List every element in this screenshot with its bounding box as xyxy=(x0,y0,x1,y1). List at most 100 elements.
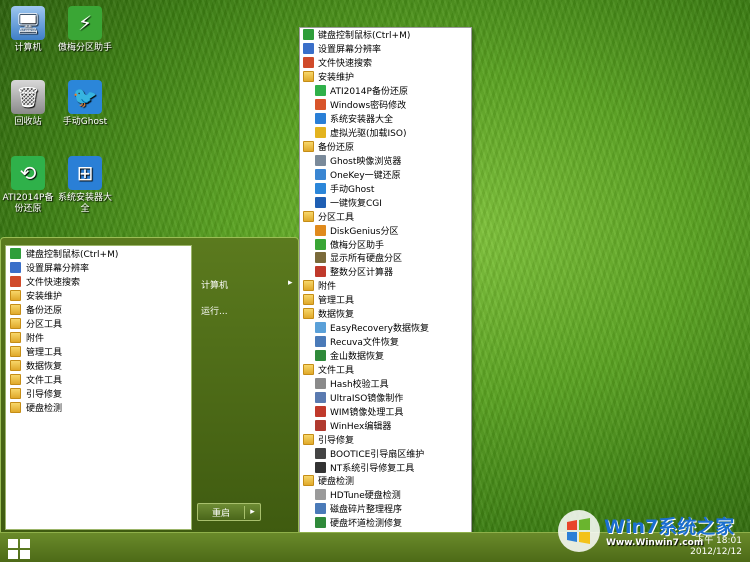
backup-restore-icon xyxy=(315,85,326,97)
submenu-item[interactable]: HDTune硬盘检测 xyxy=(300,488,471,502)
submenu-item[interactable]: 整数分区计算器 xyxy=(300,265,471,279)
keyboard-mouse-icon xyxy=(303,29,314,41)
submenu-folder[interactable]: 文件工具 xyxy=(300,363,471,377)
start-button[interactable] xyxy=(6,537,32,559)
start-menu-item[interactable]: 引导修复 xyxy=(6,386,191,400)
submenu-item[interactable]: Hash校验工具 xyxy=(300,376,471,390)
submenu-item[interactable]: 系统安装器大全 xyxy=(300,112,471,126)
submenu-item[interactable]: WIM镜像处理工具 xyxy=(300,404,471,418)
start-menu-item[interactable]: 备份还原 xyxy=(6,302,191,316)
start-menu-item[interactable]: 分区工具 xyxy=(6,316,191,330)
desktop-icon-partition-assistant[interactable]: ⚡ 傲梅分区助手 xyxy=(57,6,113,54)
submenu-item-label: 傲梅分区助手 xyxy=(330,240,385,251)
watermark-title: Win7系统之家 xyxy=(604,516,735,538)
start-menu-run[interactable]: 运行... xyxy=(201,304,228,317)
submenu-folder[interactable]: 附件 xyxy=(300,279,471,293)
folder-icon xyxy=(10,401,21,413)
start-menu-item-label: 分区工具 xyxy=(26,319,63,330)
desktop-icon-backup-restore[interactable]: ⟲ ATI2014P备份还原 xyxy=(0,156,56,215)
start-menu-item[interactable]: 安装维护 xyxy=(6,288,191,302)
restart-button[interactable]: 重启 ▸ xyxy=(197,503,261,521)
submenu-folder[interactable]: 安装维护 xyxy=(300,70,471,84)
backup-restore-icon: ⟲ xyxy=(11,156,45,190)
recuva-icon xyxy=(315,336,326,348)
desktop-icon-recycle-bin[interactable]: 🗑 回收站 xyxy=(0,80,56,128)
keyboard-mouse-icon xyxy=(10,247,21,259)
start-menu-item[interactable]: 数据恢复 xyxy=(6,358,191,372)
submenu-item-label: ATI2014P备份还原 xyxy=(330,87,408,98)
start-menu-item[interactable]: 设置屏幕分辨率 xyxy=(6,260,191,274)
folder-icon xyxy=(303,140,314,152)
submenu-item[interactable]: ATI2014P备份还原 xyxy=(300,84,471,98)
start-menu-item[interactable]: 附件 xyxy=(6,330,191,344)
submenu-item[interactable]: 金山数据恢复 xyxy=(300,349,471,363)
computer-icon: 🖥 xyxy=(11,6,45,40)
submenu-item[interactable]: 一键恢复CGI xyxy=(300,195,471,209)
submenu-item-label: 文件工具 xyxy=(318,365,355,376)
submenu-item[interactable]: 虚拟光驱(加载ISO) xyxy=(300,126,471,140)
submenu-item[interactable]: OneKey一键还原 xyxy=(300,167,471,181)
start-menu-item-label: 附件 xyxy=(26,333,45,344)
submenu-item-label: WinHex编辑器 xyxy=(330,421,392,432)
submenu-folder[interactable]: 备份还原 xyxy=(300,140,471,154)
restart-options-arrow[interactable]: ▸ xyxy=(245,507,260,517)
folder-icon xyxy=(10,331,21,343)
folder-icon xyxy=(303,71,314,83)
submenu-item[interactable]: EasyRecovery数据恢复 xyxy=(300,321,471,335)
submenu-item[interactable]: 显示所有硬盘分区 xyxy=(300,251,471,265)
start-menu-item-label: 键盘控制鼠标(Ctrl+M) xyxy=(26,249,119,260)
start-menu-item[interactable]: 文件快速搜索 xyxy=(6,274,191,288)
submenu-item[interactable]: BOOTICE引导扇区维护 xyxy=(300,446,471,460)
submenu-item-label: 管理工具 xyxy=(318,296,355,307)
wim-icon xyxy=(315,405,326,417)
desktop-icon-label: 计算机 xyxy=(14,43,42,53)
submenu-item-label: NT系统引导修复工具 xyxy=(330,463,415,474)
submenu-item[interactable]: 磁盘碎片整理程序 xyxy=(300,502,471,516)
submenu-item[interactable]: Windows密码修改 xyxy=(300,98,471,112)
submenu-item[interactable]: UltraISO镜像制作 xyxy=(300,390,471,404)
submenu-item-label: BOOTICE引导扇区维护 xyxy=(330,449,425,460)
desktop-icon-label: 回收站 xyxy=(14,117,42,127)
submenu-folder[interactable]: 硬盘检测 xyxy=(300,474,471,488)
start-menu-item[interactable]: 文件工具 xyxy=(6,372,191,386)
submenu-folder[interactable]: 分区工具 xyxy=(300,209,471,223)
submenu-item[interactable]: 手动Ghost xyxy=(300,181,471,195)
submenu-item[interactable]: 硬盘坏道检测修复 xyxy=(300,516,471,530)
submenu-item[interactable]: 文件快速搜索 xyxy=(300,56,471,70)
watermark: Win7系统之家 Www.Winwin7.com xyxy=(556,508,746,556)
partition-assistant-icon xyxy=(315,238,326,250)
start-menu-item[interactable]: 键盘控制鼠标(Ctrl+M) xyxy=(6,246,191,260)
all-programs-submenu: 键盘控制鼠标(Ctrl+M) 设置屏幕分辨率 文件快速搜索安装维护 ATI2014P备… xyxy=(299,27,472,534)
start-menu-computer[interactable]: 计算机 xyxy=(201,278,228,291)
desktop-icon-manual-ghost[interactable]: 🐦 手动Ghost xyxy=(57,80,113,128)
submenu-item-label: 引导修复 xyxy=(318,435,355,446)
submenu-item[interactable]: DiskGenius分区 xyxy=(300,223,471,237)
desktop-icon-label: 傲梅分区助手 xyxy=(57,43,112,53)
folder-icon xyxy=(10,317,21,329)
submenu-item-label: 系统安装器大全 xyxy=(330,115,394,126)
submenu-item[interactable]: 设置屏幕分辨率 xyxy=(300,42,471,56)
submenu-item[interactable]: Recuva文件恢复 xyxy=(300,335,471,349)
submenu-item[interactable]: WinHex编辑器 xyxy=(300,418,471,432)
submenu-folder[interactable]: 数据恢复 xyxy=(300,307,471,321)
folder-icon xyxy=(303,308,314,320)
folder-icon xyxy=(10,373,21,385)
desktop-icon-computer[interactable]: 🖥 计算机 xyxy=(0,6,56,54)
start-menu-item-label: 数据恢复 xyxy=(26,361,63,372)
submenu-folder[interactable]: 引导修复 xyxy=(300,432,471,446)
submenu-item[interactable]: Ghost映像浏览器 xyxy=(300,153,471,167)
submenu-item-label: 附件 xyxy=(318,282,337,293)
submenu-item[interactable]: 键盘控制鼠标(Ctrl+M) xyxy=(300,28,471,42)
submenu-folder[interactable]: 管理工具 xyxy=(300,293,471,307)
folder-icon xyxy=(303,280,314,292)
start-menu: 键盘控制鼠标(Ctrl+M) 设置屏幕分辨率 文件快速搜索 安装维护 备份还原分区工具附… xyxy=(0,237,299,534)
desktop-icon-system-installer[interactable]: ⊞ 系统安装器大全 xyxy=(57,156,113,215)
submenu-item-label: 安装维护 xyxy=(318,73,355,84)
start-menu-item[interactable]: 硬盘检测 xyxy=(6,400,191,414)
submenu-item-label: 硬盘检测 xyxy=(318,477,355,488)
submenu-item[interactable]: NT系统引导修复工具 xyxy=(300,460,471,474)
nt-boot-icon xyxy=(315,461,326,473)
diskgenius-icon xyxy=(315,224,326,236)
start-menu-item[interactable]: 管理工具 xyxy=(6,344,191,358)
submenu-item[interactable]: 傲梅分区助手 xyxy=(300,237,471,251)
